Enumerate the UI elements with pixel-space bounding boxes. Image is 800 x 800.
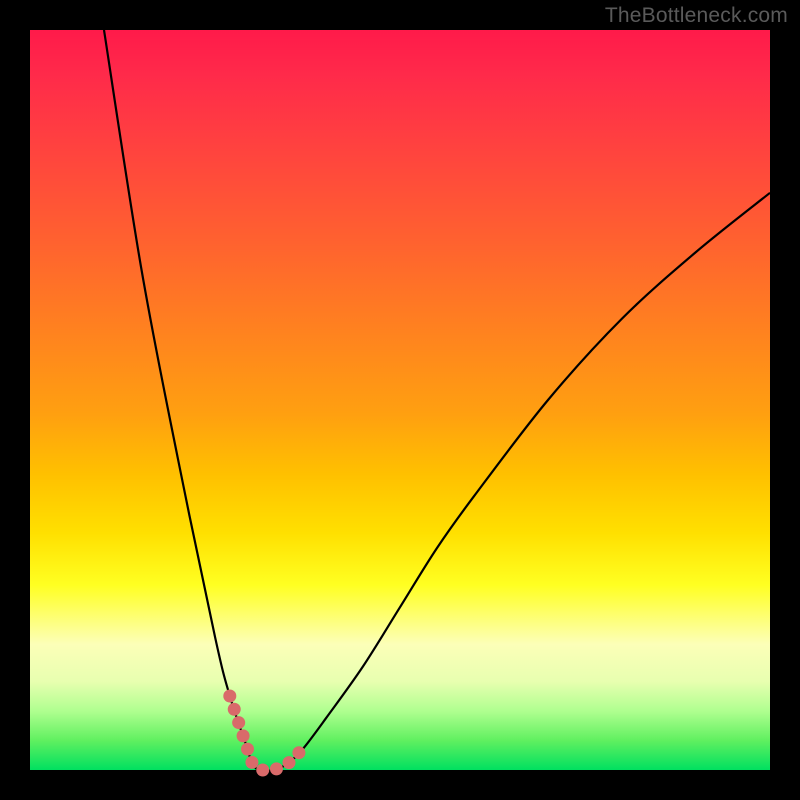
bottleneck-curve [104,30,770,771]
chart-container: TheBottleneck.com [0,0,800,800]
watermark-text: TheBottleneck.com [605,4,788,28]
plot-area [30,30,770,770]
highlight-segment [223,690,305,777]
curve-layer [30,30,770,770]
